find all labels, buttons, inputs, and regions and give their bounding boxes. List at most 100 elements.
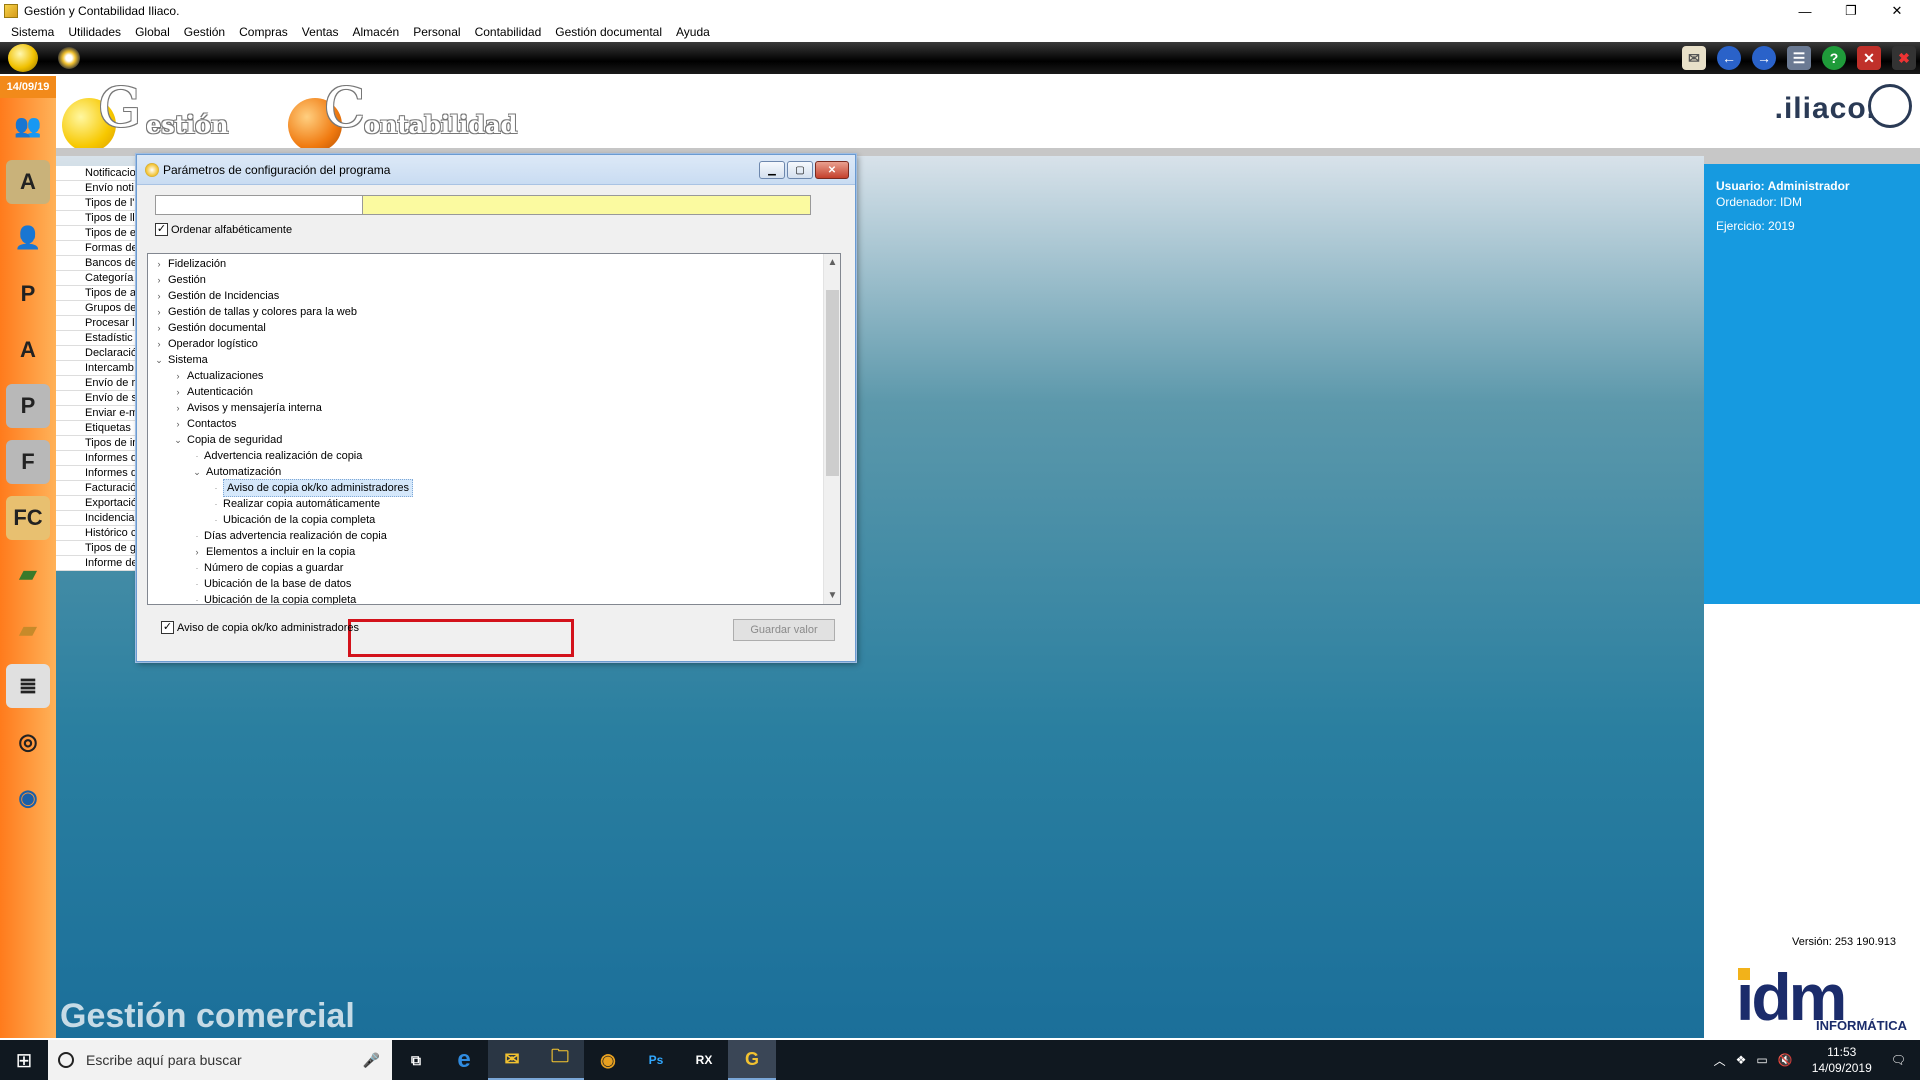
sort-option[interactable]: ✓ Ordenar alfabéticamente <box>155 223 292 236</box>
tray-chevron-icon[interactable]: ︿ <box>1714 1052 1726 1069</box>
list-item[interactable]: Tipos de ll <box>56 211 138 226</box>
collapse-chevron-icon[interactable]: ⌄ <box>192 464 202 480</box>
menu-gestion[interactable]: Gestión <box>177 25 232 39</box>
tree-node[interactable]: › Elementos a incluir en la copia <box>192 544 356 560</box>
expand-chevron-icon[interactable]: › <box>154 288 164 304</box>
list-item[interactable]: Incidencia <box>56 511 138 526</box>
menu-compras[interactable]: Compras <box>232 25 295 39</box>
list-item[interactable]: Enviar e-m <box>56 406 138 421</box>
expand-chevron-icon[interactable]: › <box>173 400 183 416</box>
scroll-up-icon[interactable]: ▲ <box>824 254 840 271</box>
expand-chevron-icon[interactable]: › <box>154 304 164 320</box>
budget-icon[interactable]: P <box>6 384 50 428</box>
list-item[interactable]: Intercamb <box>56 361 138 376</box>
list-item[interactable]: Procesar l <box>56 316 138 331</box>
forward-arrow-icon[interactable]: → <box>1752 46 1776 70</box>
mail-icon[interactable]: ✉ <box>1682 46 1706 70</box>
list-item[interactable]: Exportació <box>56 496 138 511</box>
menu-sistema[interactable]: Sistema <box>4 25 61 39</box>
collapse-chevron-icon[interactable]: ⌄ <box>154 352 164 368</box>
box-icon[interactable]: ▰ <box>6 608 50 652</box>
notifications-icon[interactable]: 🗨 <box>1891 1053 1906 1067</box>
expand-chevron-icon[interactable]: › <box>192 544 202 560</box>
chrome-icon[interactable]: ◉ <box>584 1040 632 1080</box>
collapse-chevron-icon[interactable]: ⌄ <box>173 432 183 448</box>
list-item[interactable]: Tipos de e <box>56 226 138 241</box>
list-item[interactable]: Envío de r <box>56 376 138 391</box>
tree-node[interactable]: › Fidelización <box>154 256 227 272</box>
tree-node[interactable]: › Contactos <box>173 416 237 432</box>
window-list-icon[interactable]: ☰ <box>1787 46 1811 70</box>
expand-chevron-icon[interactable]: › <box>173 368 183 384</box>
config-tree[interactable]: › Fidelización › Gestión › Gestión de Inciden… <box>147 253 841 605</box>
expand-chevron-icon[interactable]: › <box>154 320 164 336</box>
list-item[interactable]: Facturació <box>56 481 138 496</box>
list-item[interactable]: Bancos de <box>56 256 138 271</box>
tree-node[interactable]: · Realizar copia automáticamente <box>211 496 381 512</box>
volume-muted-icon[interactable]: 🔇 <box>1778 1053 1793 1067</box>
tree-node[interactable]: · Ubicación de la copia completa <box>192 592 357 604</box>
minimize-button[interactable]: — <box>1782 0 1828 22</box>
close-window-button[interactable]: ✕ <box>1874 0 1920 22</box>
list-item[interactable]: Tipos de g <box>56 541 138 556</box>
menu-ayuda[interactable]: Ayuda <box>669 25 717 39</box>
tree-node[interactable]: › Actualizaciones <box>173 368 264 384</box>
list-item[interactable]: Envío noti <box>56 181 138 196</box>
tree-node[interactable]: ⌄ Copia de seguridad <box>173 432 282 448</box>
close-tab-icon[interactable]: ✕ <box>1857 46 1881 70</box>
mail-app-icon[interactable]: ✉ <box>488 1040 536 1080</box>
tree-node[interactable]: › Operador logístico <box>154 336 258 352</box>
help-icon[interactable]: ? <box>1822 46 1846 70</box>
home-orb-icon[interactable] <box>8 44 38 72</box>
dialog-maximize-button[interactable]: ▢ <box>787 161 813 179</box>
scroll-down-icon[interactable]: ▼ <box>824 587 840 604</box>
menu-global[interactable]: Global <box>128 25 177 39</box>
globe-check-icon[interactable]: ◉ <box>6 776 50 820</box>
warehouse-icon[interactable]: ▰ <box>6 552 50 596</box>
dialog-titlebar[interactable]: Parámetros de configuración del programa <box>137 155 855 185</box>
list-item[interactable]: Etiquetas <box>56 421 138 436</box>
list-item[interactable]: Grupos de <box>56 301 138 316</box>
users-icon[interactable]: 👥 <box>6 104 50 148</box>
tree-node[interactable]: · Ubicación de la copia completa <box>211 512 376 528</box>
tree-node[interactable]: › Gestión de Incidencias <box>154 288 280 304</box>
expand-chevron-icon[interactable]: › <box>154 272 164 288</box>
invoice-icon[interactable]: F <box>6 440 50 484</box>
tree-node[interactable]: ⌄ Automatización <box>192 464 281 480</box>
task-view-icon[interactable]: ⧉ <box>392 1040 440 1080</box>
list-item[interactable]: Informe de <box>56 556 138 571</box>
value-option[interactable]: ✓ Aviso de copia ok/ko administradores <box>161 621 359 634</box>
sort-alpha-checkbox[interactable]: ✓ <box>155 223 168 236</box>
expand-chevron-icon[interactable]: › <box>154 336 164 352</box>
network-icon[interactable]: ▭ <box>1756 1053 1767 1067</box>
list-item[interactable]: Histórico c <box>56 526 138 541</box>
list-item[interactable]: Declaració <box>56 346 138 361</box>
list-item[interactable]: Categoría <box>56 271 138 286</box>
expand-chevron-icon[interactable]: › <box>173 384 183 400</box>
tree-node[interactable]: › Gestión <box>154 272 206 288</box>
tree-scrollbar[interactable]: ▲ ▼ <box>823 254 840 604</box>
menu-personal[interactable]: Personal <box>406 25 467 39</box>
list-item[interactable]: Formas de <box>56 241 138 256</box>
tree-node[interactable]: › Avisos y mensajería interna <box>173 400 322 416</box>
dialog-close-button[interactable]: ✕ <box>815 161 849 179</box>
tree-node[interactable]: ⌄ Sistema <box>154 352 208 368</box>
list-item[interactable]: Tipos de a <box>56 286 138 301</box>
save-value-button[interactable]: Guardar valor <box>733 619 835 641</box>
rx-app-icon[interactable]: RX <box>680 1040 728 1080</box>
disk-tools-icon[interactable]: ◎ <box>6 720 50 764</box>
windows-start-icon[interactable]: ⊞ <box>0 1040 48 1080</box>
menu-gestion-documental[interactable]: Gestión documental <box>548 25 669 39</box>
menu-contabilidad[interactable]: Contabilidad <box>468 25 549 39</box>
tree-node[interactable]: › Gestión de tallas y colores para la web <box>154 304 357 320</box>
value-checkbox[interactable]: ✓ <box>161 621 174 634</box>
tree-node[interactable]: · Días advertencia realización de copia <box>192 528 387 544</box>
exit-icon[interactable]: ✖ <box>1892 46 1916 70</box>
tree-node[interactable]: › Autenticación <box>173 384 254 400</box>
articles-icon[interactable]: A <box>6 160 50 204</box>
list-item[interactable]: Notificacio <box>56 166 138 181</box>
tree-node[interactable]: · Aviso de copia ok/ko administradores <box>211 479 414 497</box>
tree-node[interactable]: · Advertencia realización de copia <box>192 448 363 464</box>
dropbox-icon[interactable]: ❖ <box>1736 1053 1747 1067</box>
list-item[interactable]: Tipos de l' <box>56 196 138 211</box>
